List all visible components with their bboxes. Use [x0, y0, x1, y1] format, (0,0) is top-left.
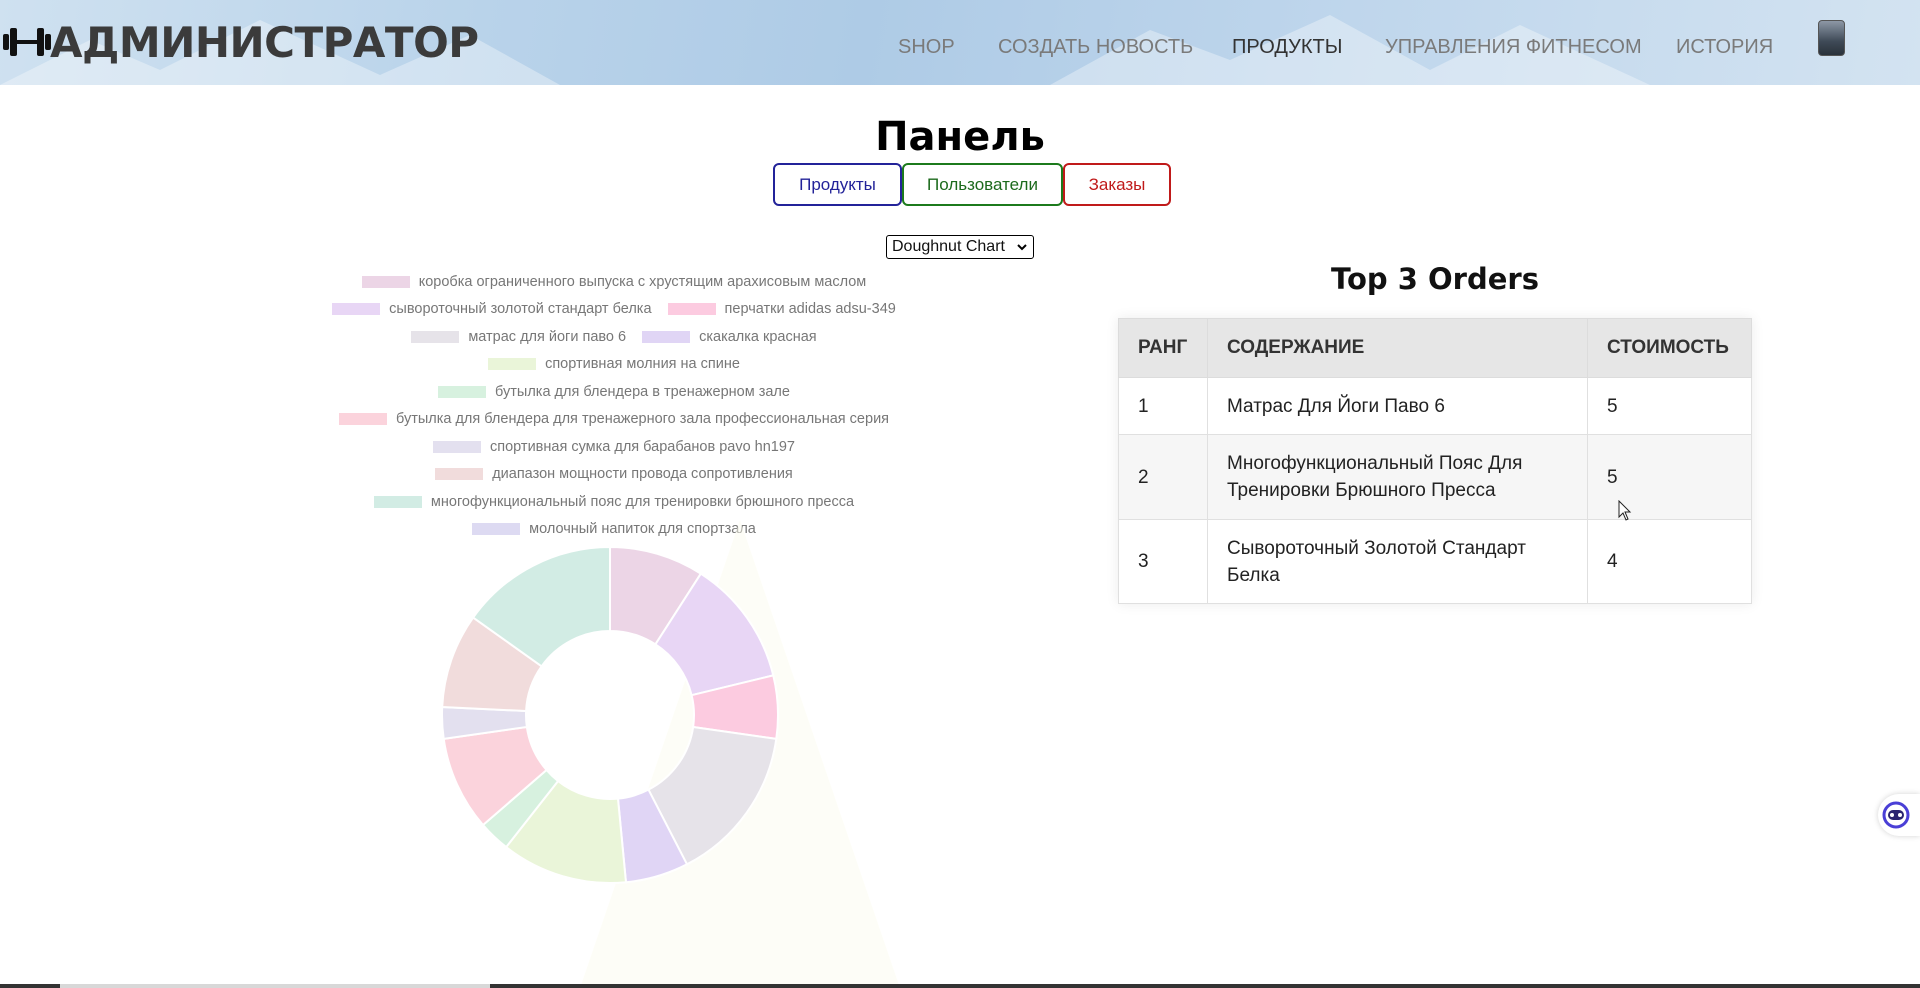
legend-item[interactable]: сывороточный золотой стандарт белка — [332, 301, 652, 318]
mouse-cursor-icon — [1618, 500, 1632, 521]
legend-label: матрас для йоги паво 6 — [468, 328, 627, 345]
legend-label: перчатки adidas adsu-349 — [724, 301, 896, 318]
table-row: 2 Многофункциональный Пояс Для Тренировк… — [1118, 434, 1752, 520]
legend-swatch — [667, 303, 716, 316]
legend-row: спортивная сумка для барабанов pavo hn19… — [300, 433, 928, 461]
legend-item[interactable]: матрас для йоги паво 6 — [411, 329, 626, 345]
legend-item[interactable]: спортивная молния на спине — [488, 356, 740, 372]
legend-label: коробка ограниченного выпуска с хрустящи… — [418, 273, 867, 290]
scroll-segment — [60, 984, 490, 988]
orders-button[interactable]: Заказы — [1063, 163, 1171, 206]
legend-row: коробка ограниченного выпуска с хрустящи… — [300, 268, 928, 296]
orders-title: Top 3 Orders — [1331, 262, 1539, 296]
legend-label: скакалка красная — [699, 328, 817, 345]
cell-cost: 5 — [1587, 377, 1752, 435]
table-row: 3 Сывороточный Золотой Стандарт Белка 4 — [1118, 519, 1752, 604]
legend-row: сывороточный золотой стандарт белка перч… — [300, 296, 928, 324]
column-header-content: СОДЕРЖАНИЕ — [1207, 318, 1588, 378]
nav-shop[interactable]: SHOP — [898, 36, 955, 59]
users-button[interactable]: Пользователи — [902, 163, 1063, 206]
legend-label: диапазон мощности провода сопротивления — [492, 466, 793, 483]
legend-row: бутылка для блендера в тренажерном зале — [300, 378, 928, 406]
legend-label: спортивная молния на спине — [545, 356, 740, 373]
legend-item[interactable]: спортивная сумка для барабанов pavo hn19… — [433, 439, 795, 455]
legend-item[interactable]: скакалка красная — [642, 329, 817, 345]
cell-cost: 5 — [1587, 434, 1752, 520]
nav-products[interactable]: ПРОДУКТЫ — [1232, 36, 1342, 59]
legend-swatch — [361, 275, 410, 288]
legend-swatch — [332, 303, 381, 316]
legend-label: многофункциональный пояс для тренировки … — [430, 493, 855, 510]
cell-content: Сывороточный Золотой Стандарт Белка — [1207, 519, 1588, 604]
legend-swatch — [411, 330, 460, 343]
chart-type-select[interactable]: Doughnut Chart — [886, 235, 1034, 259]
legend-item[interactable]: перчатки adidas adsu-349 — [667, 301, 896, 318]
doughnut-chart[interactable] — [440, 545, 780, 885]
page-title: Панель — [875, 114, 1045, 160]
products-button[interactable]: Продукты — [773, 163, 902, 206]
cell-content: Многофункциональный Пояс Для Тренировки … — [1207, 434, 1588, 520]
legend-swatch — [472, 523, 521, 536]
cell-cost: 4 — [1587, 519, 1752, 604]
legend-swatch — [438, 385, 487, 398]
legend-item[interactable]: многофункциональный пояс для тренировки … — [373, 493, 855, 510]
table-header-row: РАНГ СОДЕРЖАНИЕ СТОИМОСТЬ — [1118, 318, 1752, 378]
nav-history[interactable]: ИСТОРИЯ — [1676, 36, 1773, 59]
legend-item[interactable]: бутылка для блендера для тренажерного за… — [338, 411, 890, 428]
legend-swatch — [338, 413, 387, 426]
legend-row: диапазон мощности провода сопротивления — [300, 461, 928, 489]
nav-create-news[interactable]: СОЗДАТЬ НОВОСТЬ — [998, 36, 1193, 59]
legend-item[interactable]: коробка ограниченного выпуска с хрустящи… — [361, 273, 867, 290]
legend-swatch — [642, 330, 691, 343]
legend-swatch — [433, 440, 482, 453]
top-orders-table: РАНГ СОДЕРЖАНИЕ СТОИМОСТЬ 1 Матрас Для Й… — [1118, 318, 1752, 604]
column-header-cost: СТОИМОСТЬ — [1587, 318, 1752, 378]
cell-rank: 1 — [1118, 377, 1208, 435]
legend-swatch — [435, 468, 484, 481]
legend-label: бутылка для блендера для тренажерного за… — [395, 411, 890, 428]
column-header-rank: РАНГ — [1118, 318, 1208, 378]
chart-type-value: Doughnut Chart — [892, 238, 1005, 255]
legend-swatch — [373, 495, 422, 508]
robot-icon — [1882, 801, 1910, 829]
legend-label: сывороточный золотой стандарт белка — [389, 301, 652, 318]
legend-row: матрас для йоги паво 6 скакалка красная — [300, 323, 928, 351]
bottom-scroll-bar — [0, 984, 1920, 988]
cell-content: Матрас Для Йоги Паво 6 — [1207, 377, 1588, 435]
top-header: АДМИНИСТРАТОР SHOP СОЗДАТЬ НОВОСТЬ ПРОДУ… — [0, 0, 1920, 85]
cell-rank: 2 — [1118, 434, 1208, 520]
legend-row: многофункциональный пояс для тренировки … — [300, 488, 928, 516]
legend-label: спортивная сумка для барабанов pavo hn19… — [490, 438, 795, 455]
legend-row: бутылка для блендера для тренажерного за… — [300, 406, 928, 434]
chevron-down-icon — [1017, 244, 1027, 251]
cell-rank: 3 — [1118, 519, 1208, 604]
legend-item[interactable]: бутылка для блендера в тренажерном зале — [438, 384, 790, 400]
table-row: 1 Матрас Для Йоги Паво 6 5 — [1118, 377, 1752, 435]
user-avatar[interactable] — [1818, 20, 1845, 56]
legend-label: бутылка для блендера в тренажерном зале — [495, 383, 790, 400]
assistant-button[interactable] — [1878, 794, 1920, 836]
legend-swatch — [488, 358, 537, 371]
legend-item[interactable]: диапазон мощности провода сопротивления — [435, 466, 793, 482]
legend-row: спортивная молния на спине — [300, 351, 928, 379]
chart-legend: коробка ограниченного выпуска с хрустящи… — [300, 268, 928, 543]
main-nav: SHOP СОЗДАТЬ НОВОСТЬ ПРОДУКТЫ УПРАВЛЕНИЯ… — [0, 36, 1920, 66]
nav-fitness-management[interactable]: УПРАВЛЕНИЯ ФИТНЕСОМ — [1385, 36, 1642, 59]
